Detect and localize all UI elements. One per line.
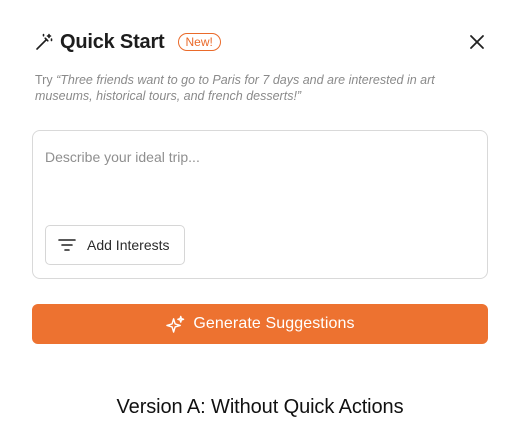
hint-example: “Three friends want to go to Paris for 7… [35, 73, 435, 103]
generate-suggestions-button[interactable]: Generate Suggestions [32, 304, 488, 344]
example-hint: Try “Three friends want to go to Paris f… [35, 72, 475, 104]
magic-wand-icon [33, 31, 55, 53]
add-interests-label: Add Interests [87, 237, 170, 253]
version-caption: Version A: Without Quick Actions [116, 396, 404, 418]
filter-icon [57, 235, 77, 255]
generate-suggestions-label: Generate Suggestions [193, 315, 355, 332]
hint-prefix: Try [35, 73, 57, 87]
trip-description-input[interactable] [45, 149, 475, 229]
close-icon [470, 35, 484, 49]
dialog-header: Quick Start New! [33, 28, 490, 56]
new-badge: New! [177, 33, 221, 51]
sparkle-icon [165, 314, 185, 334]
dialog-title: Quick Start [60, 30, 165, 53]
quick-start-dialog: Quick Start New! Try “Three friends want… [0, 0, 520, 439]
trip-input-card: Add Interests [32, 130, 488, 279]
close-button[interactable] [464, 29, 490, 55]
add-interests-button[interactable]: Add Interests [45, 225, 185, 265]
